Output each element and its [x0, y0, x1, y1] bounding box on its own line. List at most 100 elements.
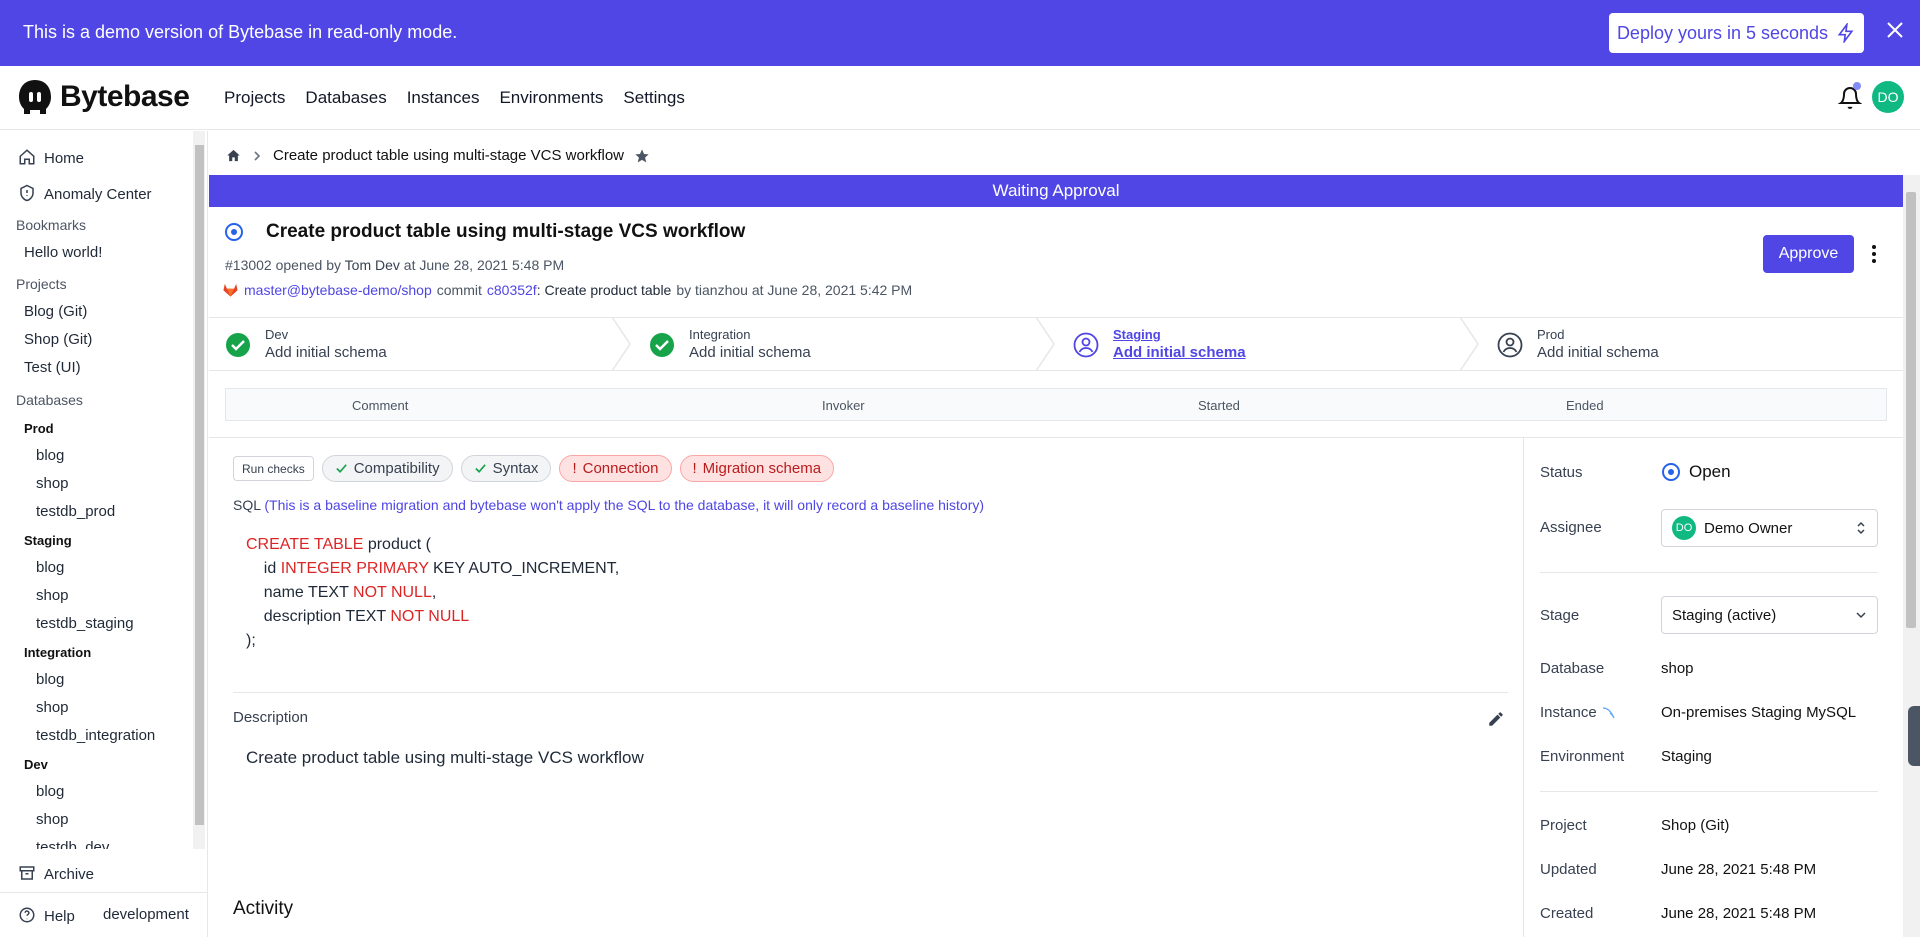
sidebar-db[interactable]: blog: [36, 447, 64, 464]
sidebar-project-blog[interactable]: Blog (Git): [24, 303, 87, 320]
pipeline: Dev Add initial schema Integration Add i…: [209, 317, 1903, 371]
issue-opened-meta: #13002 opened by Tom Dev at June 28, 202…: [225, 257, 564, 273]
home-icon: [19, 149, 35, 165]
issue-author[interactable]: Tom Dev: [345, 257, 400, 273]
sidebar-anomaly-center[interactable]: Anomaly Center: [18, 184, 152, 203]
environment-value[interactable]: Staging: [1661, 748, 1712, 765]
sidebar-db[interactable]: testdb_staging: [36, 615, 134, 632]
projects-title: Projects: [16, 276, 67, 292]
stage-dev[interactable]: Dev Add initial schema: [209, 318, 613, 370]
main-scrollbar-thumb[interactable]: [1906, 192, 1916, 628]
deploy-label: Deploy yours in 5 seconds: [1616, 22, 1829, 43]
sidebar-env-integration[interactable]: Integration: [24, 645, 91, 660]
shield-icon: [20, 184, 34, 202]
updown-icon: [1857, 521, 1865, 535]
issue-title: Create product table using multi-stage V…: [266, 221, 746, 242]
stage-env-label: Staging: [1113, 327, 1161, 342]
stage-integration[interactable]: Integration Add initial schema: [633, 318, 1037, 370]
extension-handle[interactable]: [1908, 706, 1920, 766]
col-ended: Ended: [1566, 398, 1604, 413]
sidebar-db[interactable]: shop: [36, 699, 69, 716]
nav-projects[interactable]: Projects: [224, 88, 285, 108]
bytebase-logo[interactable]: Bytebase: [16, 78, 190, 116]
close-icon: [1887, 22, 1903, 38]
run-checks-button[interactable]: Run checks: [233, 456, 314, 481]
sidebar-archive[interactable]: Archive: [18, 864, 94, 883]
instance-value[interactable]: On-premises Staging MySQL: [1661, 704, 1856, 721]
user-avatar[interactable]: DO: [1872, 81, 1904, 113]
sidebar-scrollbar-thumb[interactable]: [195, 145, 204, 825]
check-compatibility[interactable]: Compatibility: [321, 455, 453, 482]
check-label: Syntax: [492, 460, 539, 477]
chevron-right-icon: [254, 150, 261, 161]
commit-link[interactable]: c80352f: [487, 282, 537, 298]
bookmark-item[interactable]: Hello world!: [24, 244, 102, 261]
database-label: Database: [1540, 660, 1605, 677]
check-label: Migration schema: [702, 460, 822, 477]
sidebar-env-prod[interactable]: Prod: [24, 421, 54, 436]
sidebar-env-staging[interactable]: Staging: [24, 533, 72, 548]
sidebar-project-shop[interactable]: Shop (Git): [24, 331, 92, 348]
nav-settings[interactable]: Settings: [623, 88, 684, 108]
sidebar-db[interactable]: shop: [36, 587, 69, 604]
database-value[interactable]: shop: [1661, 660, 1694, 677]
nav-instances[interactable]: Instances: [407, 88, 480, 108]
check-label: Connection: [582, 460, 659, 477]
deploy-button[interactable]: Deploy yours in 5 seconds: [1609, 13, 1864, 53]
activity-title: Activity: [233, 898, 294, 919]
stage-label: Stage: [1540, 607, 1580, 624]
project-value[interactable]: Shop (Git): [1661, 817, 1729, 834]
opened-by-text: opened by: [275, 257, 342, 273]
open-status-icon: [1662, 463, 1680, 481]
help-icon: [19, 907, 35, 923]
sidebar-db[interactable]: shop: [36, 811, 69, 828]
stage-task-label: Add initial schema: [689, 344, 811, 361]
check-connection[interactable]: ! Connection: [559, 455, 672, 482]
sidebar-db[interactable]: blog: [36, 783, 64, 800]
baseline-note: (This is a baseline migration and byteba…: [264, 497, 985, 513]
home-icon[interactable]: [226, 148, 241, 163]
status-value: Open: [1661, 462, 1731, 482]
user-circle-icon: [1073, 332, 1099, 358]
approve-button[interactable]: Approve: [1763, 235, 1854, 273]
nav-databases[interactable]: Databases: [305, 88, 386, 108]
stage-prod[interactable]: Prod Add initial schema: [1481, 318, 1901, 370]
exclamation-icon: !: [572, 460, 577, 477]
sidebar-help[interactable]: Help: [18, 906, 75, 925]
branch-link[interactable]: master@bytebase-demo/shop: [244, 282, 432, 298]
panel-divider: [1523, 438, 1524, 937]
sidebar-db[interactable]: testdb_integration: [36, 727, 155, 744]
close-banner-button[interactable]: [1883, 20, 1907, 44]
task-runs-table-header: Comment Invoker Started Ended: [225, 388, 1887, 421]
check-migration-schema[interactable]: ! Migration schema: [679, 455, 835, 482]
nav-environments[interactable]: Environments: [499, 88, 603, 108]
task-checks: Run checks Compatibility Syntax ! Connec…: [233, 455, 835, 482]
gitlab-icon: [223, 283, 238, 297]
stage-staging[interactable]: Staging Add initial schema: [1057, 318, 1461, 370]
sidebar-scroll-area[interactable]: Home Anomaly Center Bookmarks Hello worl…: [0, 131, 192, 849]
sidebar: Home Anomaly Center Bookmarks Hello worl…: [0, 131, 208, 937]
user-circle-icon: [1497, 332, 1523, 358]
assignee-select[interactable]: DO Demo Owner: [1661, 509, 1878, 547]
more-vertical-icon[interactable]: [1864, 242, 1884, 266]
star-icon[interactable]: [634, 148, 650, 164]
sidebar-project-test[interactable]: Test (UI): [24, 359, 81, 376]
sidebar-home[interactable]: Home: [18, 148, 84, 167]
sidebar-env-dev[interactable]: Dev: [24, 757, 48, 772]
project-label: Project: [1540, 817, 1587, 834]
notification-dot: [1853, 82, 1861, 90]
sidebar-db[interactable]: testdb_prod: [36, 503, 115, 520]
sidebar-db[interactable]: blog: [36, 559, 64, 576]
sidebar-db[interactable]: testdb_dev: [36, 839, 109, 849]
pencil-icon[interactable]: [1487, 710, 1505, 728]
stage-env-label: Prod: [1537, 327, 1565, 342]
sidebar-db[interactable]: blog: [36, 671, 64, 688]
exclamation-icon: !: [692, 460, 697, 477]
top-navbar: Bytebase Projects Databases Instances En…: [0, 66, 1920, 130]
check-syntax[interactable]: Syntax: [460, 455, 552, 482]
panel-separator: [1540, 572, 1878, 573]
stage-select[interactable]: Staging (active): [1661, 596, 1878, 634]
sidebar-db[interactable]: shop: [36, 475, 69, 492]
opened-at-text: at June 28, 2021 5:48 PM: [403, 257, 565, 273]
chevron-separator: [1459, 317, 1479, 371]
